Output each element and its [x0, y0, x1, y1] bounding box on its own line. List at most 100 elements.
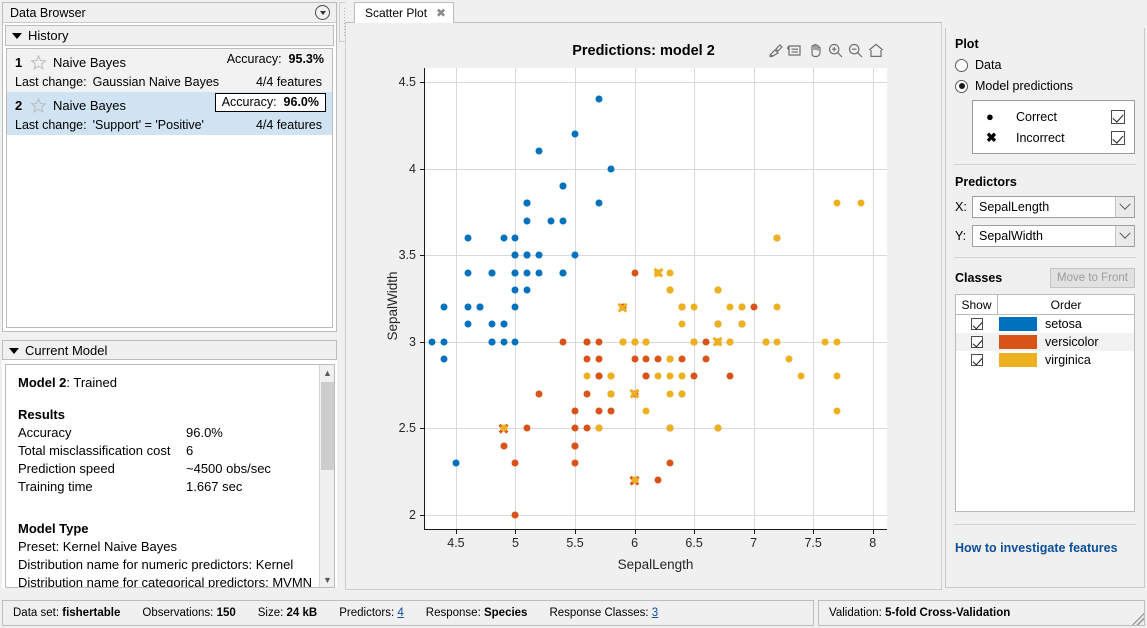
status-observations: Observations: 150	[142, 607, 236, 619]
scrollbar-thumb[interactable]	[321, 382, 334, 470]
close-icon[interactable]: ✖	[436, 7, 446, 19]
scatter-point-setosa	[428, 338, 436, 346]
checkbox-show-versicolor[interactable]	[971, 336, 983, 348]
x-axis-tick	[575, 529, 577, 534]
star-icon[interactable]	[30, 54, 47, 70]
scatter-point-setosa	[535, 251, 543, 259]
scatter-point-virginica	[797, 372, 805, 380]
plot-options-panel: Plot Data Model predictions ● Correct ✖ …	[945, 28, 1145, 588]
class-color-swatch-virginica	[999, 353, 1037, 367]
predictor-y-row: Y: SepalWidth	[955, 225, 1135, 247]
chevron-down-icon[interactable]	[1115, 197, 1134, 217]
class-name-virginica: virginica	[1045, 353, 1091, 367]
scroll-down-icon[interactable]: ▼	[320, 572, 334, 587]
table-row[interactable]: virginica	[956, 351, 1134, 369]
scatter-point-virginica	[714, 424, 722, 432]
tab-scatter-plot[interactable]: Scatter Plot ✖	[354, 2, 455, 24]
classes-table: Show Order setosa versicolor virginica	[955, 294, 1135, 512]
legend-row-incorrect[interactable]: ✖ Incorrect	[973, 127, 1134, 148]
scatter-point-setosa	[452, 459, 460, 467]
scatter-point-setosa	[488, 338, 496, 346]
zoom-in-icon[interactable]	[827, 42, 844, 59]
zoom-out-icon[interactable]	[847, 42, 864, 59]
checkbox-show-setosa[interactable]	[971, 318, 983, 330]
status-predictors[interactable]: Predictors: 4	[339, 607, 404, 619]
table-row[interactable]: setosa	[956, 315, 1134, 333]
y-axis-tick	[420, 168, 425, 170]
scatter-point-virginica	[773, 338, 781, 346]
history-section-header[interactable]: History	[5, 25, 334, 46]
scatter-point-versicolor	[702, 355, 710, 363]
x-axis-tick	[515, 529, 517, 534]
scatter-point-setosa	[595, 199, 603, 207]
class-name-setosa: setosa	[1045, 317, 1082, 331]
scatter-point-virginica	[631, 476, 639, 484]
column-header-show: Show	[956, 295, 998, 314]
scatter-point-versicolor	[523, 424, 531, 432]
history-item-1[interactable]: 1 Naive Bayes Accuracy: 95.3% Last chang…	[7, 49, 332, 92]
model-type-line-preset: Preset: Kernel Naive Bayes	[18, 539, 177, 554]
radio-button-selected-icon	[955, 79, 968, 93]
scatter-point-setosa	[571, 130, 579, 138]
classes-header: Classes Move to Front	[955, 268, 1135, 288]
restore-home-icon[interactable]	[867, 42, 885, 59]
how-to-investigate-features-link[interactable]: How to investigate features	[955, 541, 1118, 555]
checkbox-correct[interactable]	[1111, 109, 1125, 124]
model-type-line-categorical: Distribution name for categorical predic…	[18, 575, 313, 588]
plot-document-area: Scatter Plot ✖ Predictions: model 2 Sepa…	[345, 0, 942, 590]
scatter-point-setosa	[464, 320, 472, 328]
radio-model-predictions[interactable]: Model predictions	[955, 79, 1144, 93]
plot-area[interactable]: 2 2.5 3 3.5 4 4.5 4.5 5 5.5 6 6.5 7 7.5 8	[399, 68, 887, 550]
predictor-y-select[interactable]: SepalWidth	[972, 225, 1135, 247]
checkbox-show-virginica[interactable]	[971, 354, 983, 366]
grid-line-horizontal	[425, 255, 887, 257]
x-axis-tick	[813, 529, 815, 534]
history-item-2[interactable]: 2 Naive Bayes Accuracy: 96.0% Last chang…	[7, 92, 332, 135]
status-response-classes[interactable]: Response Classes: 3	[549, 607, 658, 619]
scatter-point-setosa	[511, 286, 519, 294]
scatter-point-versicolor	[666, 459, 674, 467]
scatter-plot-panel: Predictions: model 2 SepalWidth SepalLen…	[345, 23, 942, 590]
current-model-scrollbar[interactable]: ▲ ▼	[319, 365, 334, 587]
export-legend-icon[interactable]	[787, 42, 804, 59]
status-bar-validation-info: Validation: 5-fold Cross-Validation	[818, 600, 1145, 626]
chevron-down-icon[interactable]	[1115, 226, 1134, 246]
table-row[interactable]: versicolor	[956, 333, 1134, 351]
x-axis-title: SepalLength	[617, 557, 694, 572]
scroll-up-icon[interactable]: ▲	[320, 365, 334, 380]
status-dataset: Data set: fishertable	[13, 607, 121, 619]
star-icon[interactable]	[30, 97, 47, 113]
radio-button-icon	[955, 58, 968, 72]
scatter-point-virginica	[833, 372, 841, 380]
checkbox-incorrect[interactable]	[1111, 130, 1125, 145]
predictor-x-select[interactable]: SepalLength	[972, 196, 1135, 218]
current-model-header[interactable]: Current Model	[2, 340, 337, 360]
scatter-point-virginica	[833, 338, 841, 346]
scatter-point-versicolor	[750, 303, 758, 311]
x-axis-tick-label: 5	[512, 536, 519, 550]
chevron-down-circle-icon[interactable]	[315, 5, 330, 20]
history-item-accuracy: Accuracy: 95.3%	[226, 52, 324, 66]
history-item-lastchange-value: 'Support' = 'Positive'	[92, 117, 204, 132]
scatter-point-setosa	[547, 217, 555, 224]
x-axis-tick	[872, 529, 874, 534]
brush-data-icon[interactable]	[767, 42, 784, 59]
scatter-point-versicolor	[571, 459, 579, 467]
scatter-point-virginica	[726, 303, 734, 311]
scatter-point-setosa	[511, 303, 519, 311]
scatter-point-virginica	[642, 407, 650, 415]
legend-incorrect-label: Incorrect	[1016, 130, 1065, 145]
move-to-front-button[interactable]: Move to Front	[1050, 268, 1135, 288]
y-axis-title: SepalWidth	[385, 271, 401, 341]
legend-row-correct[interactable]: ● Correct	[973, 106, 1134, 127]
x-axis-tick	[455, 529, 457, 534]
window-resize-grip[interactable]	[1132, 613, 1144, 625]
status-bar-dataset-info: Data set: fishertable Observations: 150 …	[2, 600, 814, 626]
scatter-point-versicolor	[571, 424, 579, 432]
scatter-misclassified-virginica	[629, 388, 640, 399]
scatter-point-versicolor	[607, 407, 615, 415]
pan-hand-icon[interactable]	[807, 42, 824, 59]
status-validation: Validation: 5-fold Cross-Validation	[829, 607, 1011, 619]
legend-correct-label: Correct	[1016, 109, 1057, 124]
radio-data[interactable]: Data	[955, 58, 1144, 72]
